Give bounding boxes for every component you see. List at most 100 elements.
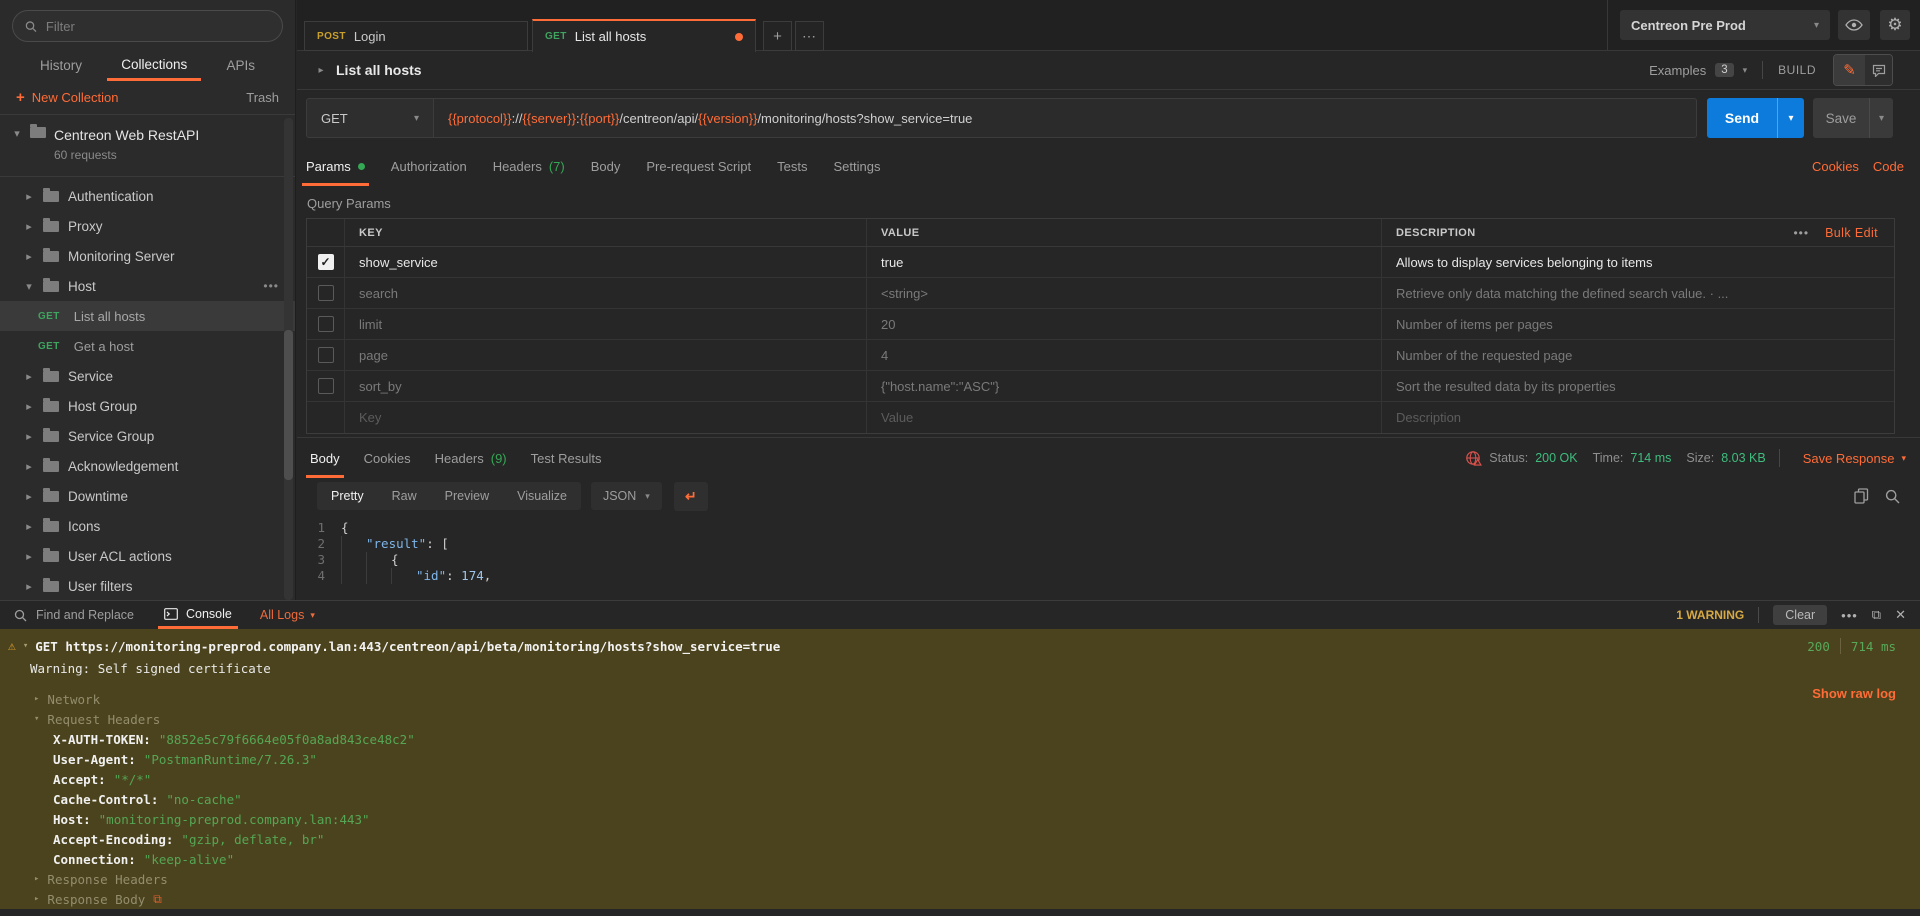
tab-history[interactable]: History	[26, 50, 96, 81]
tab-apis[interactable]: APIs	[212, 50, 269, 81]
caret-right-icon[interactable]: ▸	[316, 65, 326, 76]
response-tab-body[interactable]: Body	[310, 438, 340, 478]
sidebar-folder-service[interactable]: ▸ Service	[0, 361, 295, 391]
sidebar-folder-icons[interactable]: ▸ Icons	[0, 511, 295, 541]
chevron-down-icon[interactable]: ▾	[1743, 65, 1748, 76]
param-row-page[interactable]: page 4 Number of the requested page	[307, 340, 1894, 371]
checkbox-checked[interactable]: ✓	[318, 254, 334, 270]
param-row-show-service[interactable]: ✓ show_service true Allows to display se…	[307, 247, 1894, 278]
trash-button[interactable]: Trash	[246, 90, 279, 105]
param-key-placeholder[interactable]: Key	[345, 402, 867, 433]
sidebar-filter[interactable]	[12, 10, 283, 42]
tab-options-button[interactable]: ⋯	[795, 21, 824, 51]
sidebar-scrollbar[interactable]	[284, 118, 293, 600]
close-console-icon[interactable]: ✕	[1895, 607, 1906, 623]
format-selector[interactable]: JSON ▾	[591, 482, 662, 510]
save-button[interactable]: Save ▾	[1813, 98, 1893, 138]
sidebar-folder-host-group[interactable]: ▸ Host Group	[0, 391, 295, 421]
sidebar-request-get-a-host[interactable]: GET Get a host	[0, 331, 295, 361]
comments-button[interactable]	[1865, 55, 1892, 85]
sidebar-request-list-all-hosts[interactable]: GET List all hosts	[0, 301, 295, 331]
send-button[interactable]: Send ▾	[1707, 98, 1804, 138]
log-section-response-headers[interactable]: ▸ Response Headers	[0, 869, 1920, 889]
tab-tests[interactable]: Tests	[777, 146, 807, 186]
param-description[interactable]: Allows to display services belonging to …	[1382, 247, 1894, 277]
show-raw-log-link[interactable]: Show raw log	[1812, 686, 1896, 701]
tab-authorization[interactable]: Authorization	[391, 146, 467, 186]
more-options-icon[interactable]: •••	[263, 279, 279, 293]
param-value-placeholder[interactable]: Value	[867, 402, 1382, 433]
param-row-search[interactable]: search <string> Retrieve only data match…	[307, 278, 1894, 309]
code-link[interactable]: Code	[1873, 159, 1904, 174]
param-description[interactable]: Number of the requested page	[1382, 340, 1894, 370]
log-section-response-body[interactable]: ▸ Response Body ⧉	[0, 889, 1920, 909]
tab-body[interactable]: Body	[591, 146, 621, 186]
param-value[interactable]: 4	[867, 340, 1382, 370]
save-options-caret[interactable]: ▾	[1869, 98, 1893, 138]
sidebar-folder-user-filters[interactable]: ▸ User filters	[0, 571, 295, 600]
new-collection-button[interactable]: + New Collection	[16, 89, 118, 106]
environment-preview-button[interactable]	[1838, 10, 1870, 40]
collection-header[interactable]: ▾ Centreon Web RestAPI 60 requests	[0, 115, 295, 177]
send-options-caret[interactable]: ▾	[1777, 98, 1804, 138]
find-and-replace-button[interactable]: Find and Replace	[14, 608, 134, 622]
sidebar-folder-host[interactable]: ▾ Host •••	[0, 271, 295, 301]
scrollbar-thumb[interactable]	[284, 330, 293, 480]
param-value[interactable]: {"host.name":"ASC"}	[867, 371, 1382, 401]
response-tab-test-results[interactable]: Test Results	[531, 438, 602, 478]
save-response-button[interactable]: Save Response ▾	[1803, 451, 1906, 466]
copy-icon[interactable]	[1854, 488, 1869, 504]
param-value[interactable]: <string>	[867, 278, 1382, 308]
param-row-sort-by[interactable]: sort_by {"host.name":"ASC"} Sort the res…	[307, 371, 1894, 402]
param-row-placeholder[interactable]: Key Value Description	[307, 402, 1894, 433]
sidebar-folder-monitoring-server[interactable]: ▸ Monitoring Server	[0, 241, 295, 271]
open-tab-login[interactable]: POST Login	[304, 21, 528, 51]
more-options-icon[interactable]: •••	[1793, 226, 1809, 240]
param-key[interactable]: limit	[345, 309, 867, 339]
console-options-icon[interactable]: •••	[1841, 608, 1858, 623]
param-description-placeholder[interactable]: Description	[1382, 402, 1894, 433]
tab-params[interactable]: Params	[306, 146, 365, 186]
view-raw[interactable]: Raw	[378, 482, 431, 510]
tab-pre-request-script[interactable]: Pre-request Script	[646, 146, 751, 186]
url-input[interactable]: {{protocol}}://{{server}}:{{port}}/centr…	[434, 98, 1697, 138]
param-description[interactable]: Sort the resulted data by its properties	[1382, 371, 1894, 401]
edit-request-button[interactable]: ✎	[1834, 55, 1865, 85]
sidebar-folder-acknowledgement[interactable]: ▸ Acknowledgement	[0, 451, 295, 481]
param-key[interactable]: sort_by	[345, 371, 867, 401]
sidebar-folder-downtime[interactable]: ▸ Downtime	[0, 481, 295, 511]
param-key[interactable]: page	[345, 340, 867, 370]
log-request-line[interactable]: ⚠ ▾ GET https://monitoring-preprod.compa…	[0, 635, 1920, 657]
sidebar-folder-user-acl-actions[interactable]: ▸ User ACL actions	[0, 541, 295, 571]
search-response-icon[interactable]	[1885, 489, 1900, 504]
view-visualize[interactable]: Visualize	[503, 482, 581, 510]
param-value[interactable]: 20	[867, 309, 1382, 339]
param-row-limit[interactable]: limit 20 Number of items per pages	[307, 309, 1894, 340]
clear-console-button[interactable]: Clear	[1773, 605, 1827, 625]
wrap-lines-button[interactable]: ↵	[674, 482, 708, 511]
log-filter-selector[interactable]: All Logs ▾	[260, 608, 315, 622]
bulk-edit-link[interactable]: Bulk Edit	[1825, 226, 1878, 240]
filter-input[interactable]	[46, 19, 270, 34]
new-tab-button[interactable]: +	[763, 21, 792, 51]
caret-down-icon[interactable]: ▾	[12, 127, 22, 176]
examples-label[interactable]: Examples	[1649, 63, 1706, 78]
log-section-network[interactable]: ▸ Network	[0, 689, 1920, 709]
checkbox-unchecked[interactable]	[318, 285, 334, 301]
sidebar-folder-proxy[interactable]: ▸ Proxy	[0, 211, 295, 241]
checkbox-unchecked[interactable]	[318, 347, 334, 363]
view-preview[interactable]: Preview	[431, 482, 503, 510]
environment-selector[interactable]: Centreon Pre Prod ▾	[1620, 10, 1830, 40]
param-description[interactable]: Number of items per pages	[1382, 309, 1894, 339]
response-body-code[interactable]: 1 { 2 "result": [ 3 { 4 "id": 174,	[297, 514, 1920, 602]
caret-down-icon[interactable]: ▾	[23, 641, 28, 651]
console-tab[interactable]: Console	[158, 601, 238, 629]
sidebar-folder-service-group[interactable]: ▸ Service Group	[0, 421, 295, 451]
view-pretty[interactable]: Pretty	[317, 482, 378, 510]
tab-headers[interactable]: Headers (7)	[493, 146, 565, 186]
tab-settings[interactable]: Settings	[833, 146, 880, 186]
response-tab-cookies[interactable]: Cookies	[364, 438, 411, 478]
console-log[interactable]: ⚠ ▾ GET https://monitoring-preprod.compa…	[0, 629, 1920, 909]
open-response-body-icon[interactable]: ⧉	[153, 892, 162, 907]
param-value[interactable]: true	[867, 247, 1382, 277]
